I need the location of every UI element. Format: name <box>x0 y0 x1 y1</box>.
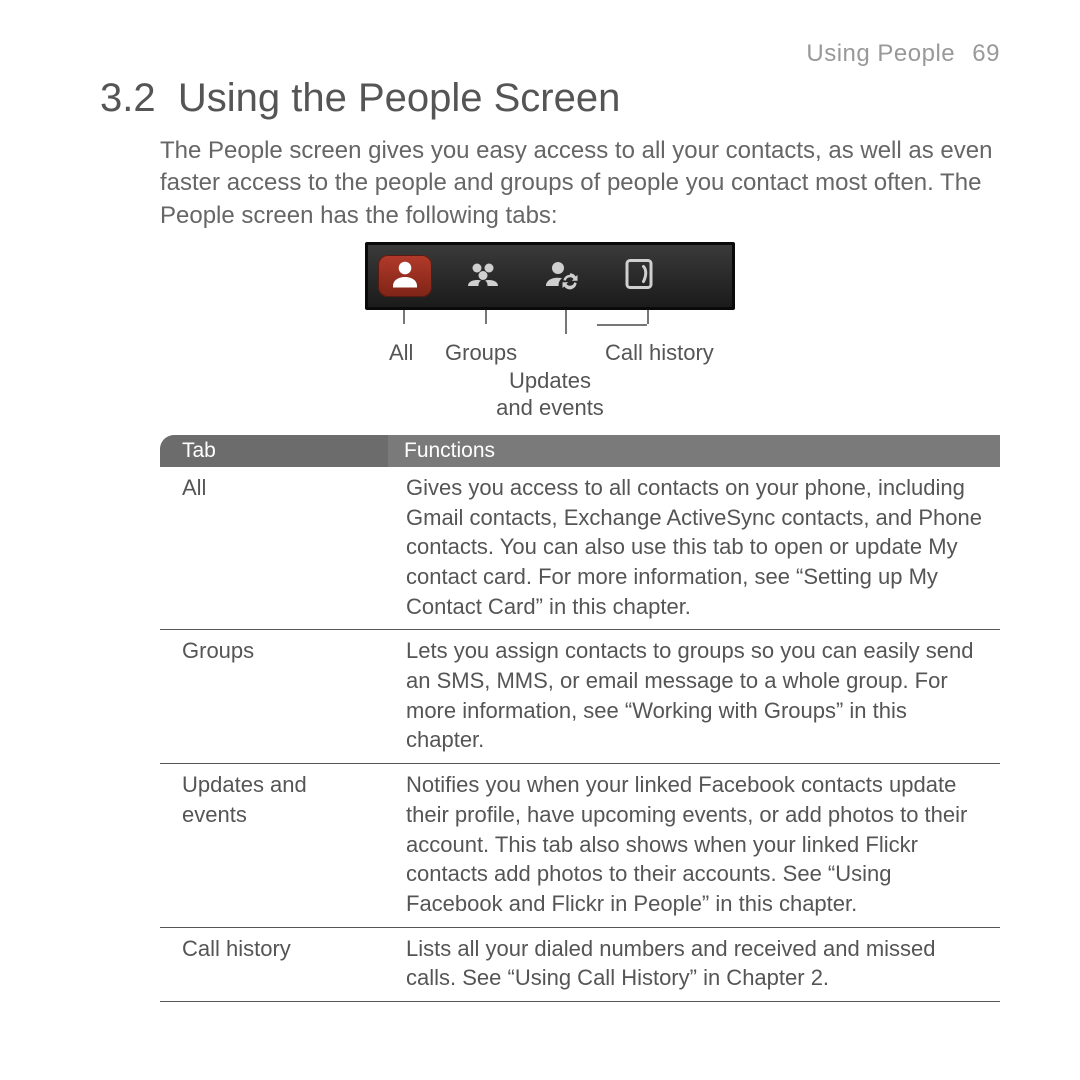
section-number: 3.2 <box>100 76 156 120</box>
table-cell-func: Lists all your dialed numbers and receiv… <box>388 927 1000 1001</box>
table-row: Groups Lets you assign contacts to group… <box>160 630 1000 764</box>
chapter-name: Using People <box>806 40 955 67</box>
callout-leaders <box>365 310 735 340</box>
callout-updates-line2: and events <box>365 395 735 421</box>
page-header: Using People 69 <box>100 40 1000 68</box>
table-head-tab: Tab <box>160 435 388 467</box>
table-row: All Gives you access to all contacts on … <box>160 467 1000 630</box>
callout-callhistory: Call history <box>605 340 714 366</box>
table-cell-func: Gives you access to all contacts on your… <box>388 467 1000 630</box>
call-history-icon <box>621 256 657 297</box>
tab-groups[interactable] <box>456 255 510 297</box>
callout-groups: Groups <box>445 340 517 366</box>
person-refresh-icon <box>543 256 579 297</box>
section-heading: Using the People Screen <box>178 76 621 120</box>
callout-updates: Updates and events <box>365 368 735 421</box>
callout-updates-line1: Updates <box>365 368 735 394</box>
functions-table: Tab Functions All Gives you access to al… <box>160 435 1000 1002</box>
section-title: 3.2 Using the People Screen <box>100 76 1000 121</box>
tab-call-history[interactable] <box>612 255 666 297</box>
table-cell-tab: Groups <box>160 630 388 764</box>
tabbar-figure: All Groups Call history Updates and even… <box>365 242 735 421</box>
table-row: Updates and events Notifies you when you… <box>160 764 1000 927</box>
tab-all[interactable] <box>378 255 432 297</box>
table-cell-tab: Updates and events <box>160 764 388 927</box>
callout-labels: All Groups Call history <box>365 340 735 370</box>
table-cell-func: Lets you assign contacts to groups so yo… <box>388 630 1000 764</box>
table-cell-tab: Call history <box>160 927 388 1001</box>
table-head-func: Functions <box>388 435 1000 467</box>
page-number: 69 <box>972 40 1000 67</box>
table-row: Call history Lists all your dialed numbe… <box>160 927 1000 1001</box>
intro-paragraph: The People screen gives you easy access … <box>160 135 1000 232</box>
table-cell-func: Notifies you when your linked Facebook c… <box>388 764 1000 927</box>
person-icon <box>387 256 423 297</box>
callout-all: All <box>389 340 413 366</box>
tab-updates-events[interactable] <box>534 255 588 297</box>
group-icon <box>465 256 501 297</box>
table-cell-tab: All <box>160 467 388 630</box>
tabbar <box>365 242 735 310</box>
